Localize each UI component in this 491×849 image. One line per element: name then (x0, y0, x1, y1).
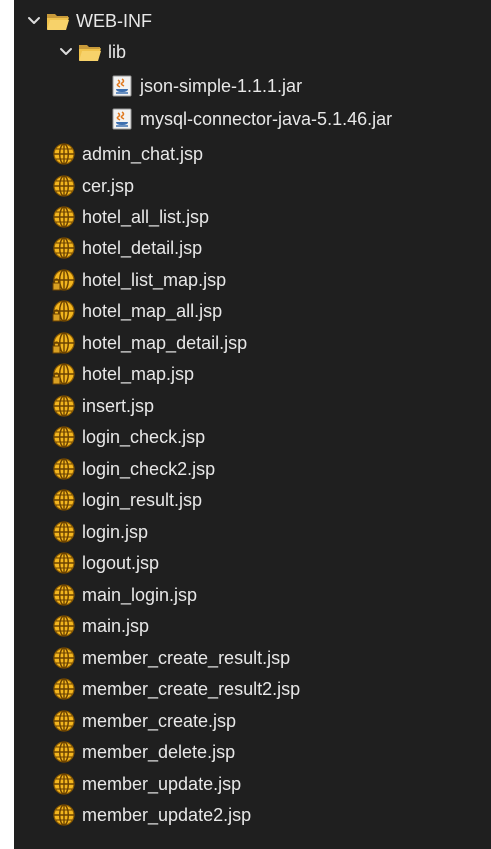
tree-item-label: insert.jsp (82, 396, 155, 416)
tree-folder-web-inf[interactable]: WEB-INF (26, 6, 152, 36)
tree-file-jsp[interactable]: cer.jsp (52, 171, 134, 201)
tree-item-label: json-simple-1.1.1.jar (140, 76, 303, 96)
tree-file-jsp[interactable]: insert.jsp (52, 391, 154, 421)
tree-file-jsp[interactable]: member_update2.jsp (52, 800, 251, 830)
jar-file-icon (110, 107, 134, 131)
tree-file-jsp[interactable]: member_create_result2.jsp (52, 674, 300, 704)
tree-file-jsp[interactable]: hotel_all_list.jsp (52, 202, 209, 232)
tree-item-label: member_delete.jsp (82, 742, 236, 762)
tree-item-label: hotel_list_map.jsp (82, 270, 227, 290)
tree-item-label: member_update.jsp (82, 774, 242, 794)
chevron-down-icon[interactable] (58, 44, 74, 60)
jsp-globe-icon (52, 551, 76, 575)
tree-file-jsp[interactable]: member_delete.jsp (52, 737, 235, 767)
chevron-down-icon[interactable] (26, 13, 42, 29)
tree-item-label: member_create.jsp (82, 711, 237, 731)
tree-item-label: member_create_result2.jsp (82, 679, 301, 699)
tree-item-label: logout.jsp (82, 553, 160, 573)
tree-item-label: login_result.jsp (82, 490, 203, 510)
jsp-globe-locked-icon (52, 268, 76, 292)
jsp-globe-locked-icon (52, 362, 76, 386)
tree-item-label: hotel_all_list.jsp (82, 207, 210, 227)
tree-item-label: mysql-connector-java-5.1.46.jar (140, 109, 393, 129)
tree-file-jsp[interactable]: admin_chat.jsp (52, 139, 203, 169)
tree-item-label: hotel_map_detail.jsp (82, 333, 248, 353)
jsp-globe-icon (52, 614, 76, 638)
jsp-globe-icon (52, 205, 76, 229)
tree-file-jsp[interactable]: hotel_map_all.jsp (52, 296, 222, 326)
tree-folder-lib[interactable]: lib (58, 37, 126, 67)
jsp-globe-icon (52, 174, 76, 198)
jsp-globe-icon (52, 520, 76, 544)
jsp-globe-icon (52, 709, 76, 733)
tree-file-jsp[interactable]: member_create.jsp (52, 706, 236, 736)
tree-item-label: main_login.jsp (82, 585, 198, 605)
tree-file-jar[interactable]: mysql-connector-java-5.1.46.jar (110, 104, 392, 134)
project-explorer-tree: WEB-INF lib json-simple-1.1.1.jar mysql-… (14, 0, 491, 849)
tree-item-label: login.jsp (82, 522, 149, 542)
tree-file-jsp[interactable]: login.jsp (52, 517, 148, 547)
tree-item-label: cer.jsp (82, 176, 135, 196)
tree-item-label: hotel_map_all.jsp (82, 301, 223, 321)
jsp-globe-icon (52, 142, 76, 166)
tree-file-jsp[interactable]: hotel_list_map.jsp (52, 265, 226, 295)
jsp-globe-icon (52, 646, 76, 670)
tree-file-jsp[interactable]: login_result.jsp (52, 485, 202, 515)
jsp-globe-icon (52, 803, 76, 827)
tree-item-label: login_check2.jsp (82, 459, 216, 479)
jsp-globe-icon (52, 394, 76, 418)
tree-file-jsp[interactable]: hotel_map_detail.jsp (52, 328, 247, 358)
jsp-globe-icon (52, 457, 76, 481)
tree-item-label: member_create_result.jsp (82, 648, 291, 668)
tree-file-jsp[interactable]: logout.jsp (52, 548, 159, 578)
jsp-globe-icon (52, 425, 76, 449)
tree-file-jsp[interactable]: hotel_detail.jsp (52, 233, 202, 263)
tree-file-jsp[interactable]: login_check.jsp (52, 422, 205, 452)
jsp-globe-icon (52, 488, 76, 512)
tree-item-label: admin_chat.jsp (82, 144, 204, 164)
jsp-globe-icon (52, 740, 76, 764)
tree-file-jsp[interactable]: main.jsp (52, 611, 149, 641)
jar-file-icon (110, 74, 134, 98)
tree-item-label: member_update2.jsp (82, 805, 252, 825)
tree-file-jar[interactable]: json-simple-1.1.1.jar (110, 71, 302, 101)
jsp-globe-icon (52, 236, 76, 260)
tree-file-jsp[interactable]: login_check2.jsp (52, 454, 215, 484)
tree-file-jsp[interactable]: member_create_result.jsp (52, 643, 290, 673)
tree-item-label: main.jsp (82, 616, 150, 636)
tree-item-label: hotel_map.jsp (82, 364, 195, 384)
tree-item-label: hotel_detail.jsp (82, 238, 203, 258)
jsp-globe-locked-icon (52, 331, 76, 355)
jsp-globe-icon (52, 772, 76, 796)
folder-icon (78, 40, 102, 64)
tree-file-jsp[interactable]: hotel_map.jsp (52, 359, 194, 389)
folder-icon (46, 9, 70, 33)
tree-item-label: lib (108, 42, 127, 62)
tree-item-label: login_check.jsp (82, 427, 206, 447)
jsp-globe-locked-icon (52, 299, 76, 323)
jsp-globe-icon (52, 677, 76, 701)
tree-item-label: WEB-INF (76, 11, 152, 31)
tree-file-jsp[interactable]: member_update.jsp (52, 769, 241, 799)
jsp-globe-icon (52, 583, 76, 607)
tree-file-jsp[interactable]: main_login.jsp (52, 580, 197, 610)
